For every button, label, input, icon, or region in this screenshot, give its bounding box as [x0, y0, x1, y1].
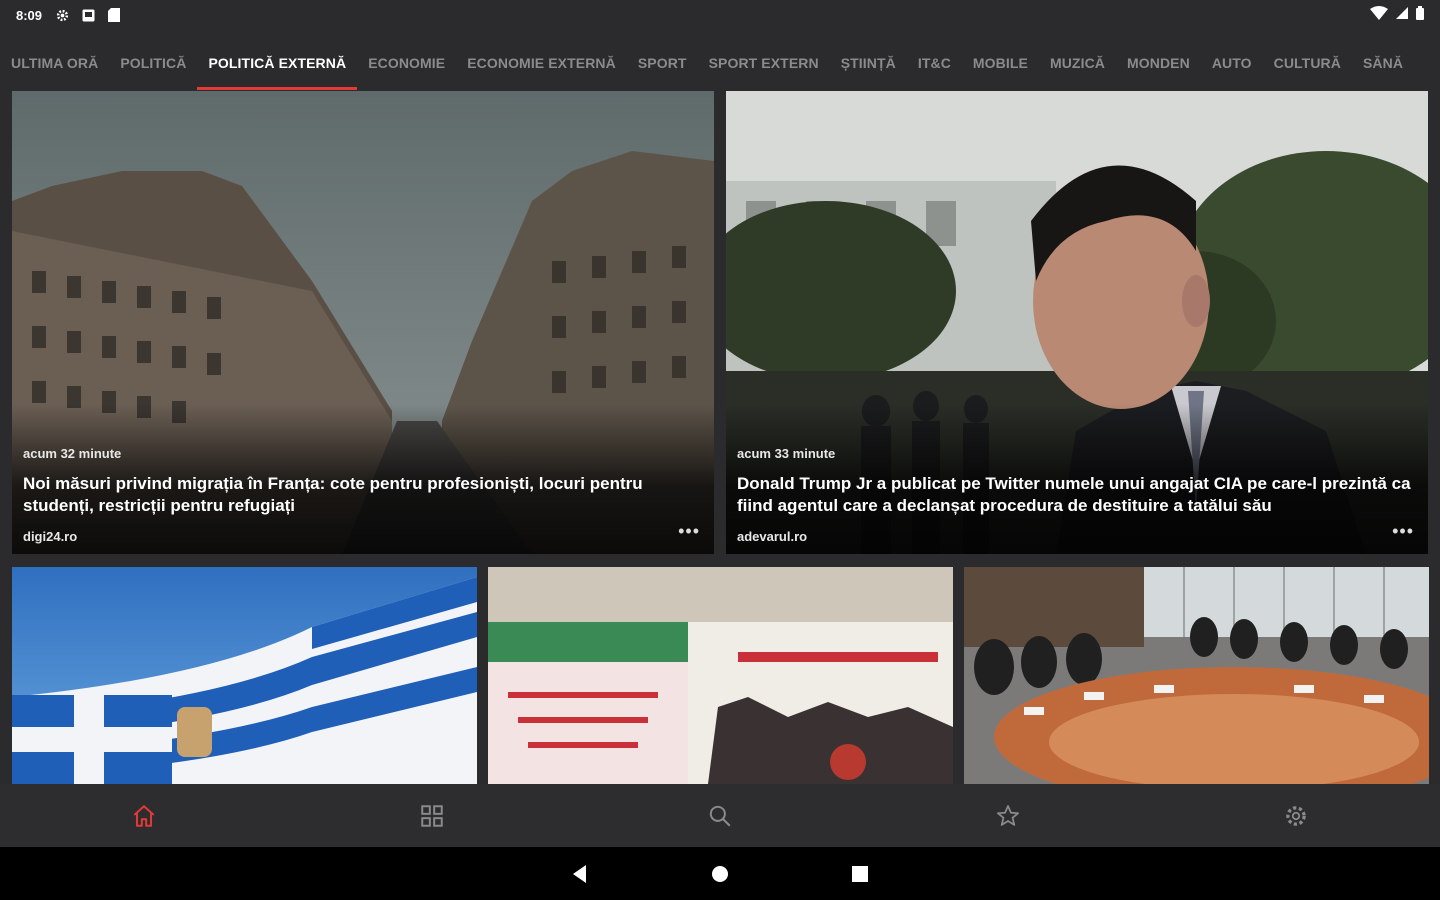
system-navigation-bar [0, 847, 1440, 900]
more-options-icon[interactable]: ••• [678, 521, 700, 542]
article-image [964, 567, 1429, 784]
article-meta: acum 32 minute Noi măsuri privind migraț… [23, 446, 700, 544]
nav-settings[interactable] [1152, 784, 1440, 847]
tab-cultura[interactable]: CULTURĂ [1263, 36, 1352, 90]
article-title[interactable]: Noi măsuri privind migrația în Franța: c… [23, 473, 700, 517]
battery-icon [1416, 5, 1424, 25]
article-card[interactable]: acum 33 minute Donald Trump Jr a publica… [726, 91, 1428, 554]
article-time: acum 32 minute [23, 446, 122, 461]
home-button-icon[interactable] [710, 864, 730, 884]
nav-home[interactable] [0, 784, 288, 847]
sd-card-icon [106, 7, 122, 23]
article-source: adevarul.ro [737, 529, 808, 544]
status-time: 8:09 [16, 7, 43, 23]
tab-muzica[interactable]: MUZICĂ [1039, 36, 1116, 90]
article-card[interactable] [488, 567, 953, 784]
tab-stiinta[interactable]: ȘTIINȚĂ [830, 36, 907, 90]
tab-ultima-ora[interactable]: ULTIMA ORĂ [0, 36, 109, 90]
nav-categories[interactable] [288, 784, 576, 847]
settings-icon [1286, 805, 1306, 826]
tab-sport-extern[interactable]: SPORT EXTERN [698, 36, 830, 90]
tab-economie[interactable]: ECONOMIE [357, 36, 456, 90]
tab-itc[interactable]: IT&C [907, 36, 962, 90]
bottom-navigation [0, 784, 1440, 847]
nav-favorites[interactable] [864, 784, 1152, 847]
status-bar: 8:09 [0, 0, 1440, 30]
notification-box-icon [80, 7, 96, 23]
category-tabs: ULTIMA ORĂ POLITICĂ POLITICĂ EXTERNĂ ECO… [0, 36, 1440, 90]
home-icon [133, 804, 155, 827]
back-icon[interactable] [570, 864, 590, 884]
signal-icon [1396, 6, 1408, 24]
article-card[interactable] [964, 567, 1429, 784]
wifi-icon [1370, 5, 1388, 25]
tab-mobile[interactable]: MOBILE [962, 36, 1039, 90]
article-card[interactable] [12, 567, 477, 784]
settings-gear-icon [54, 7, 70, 23]
search-icon [709, 805, 731, 826]
nav-search[interactable] [576, 784, 864, 847]
grid-icon [421, 804, 443, 827]
tab-auto[interactable]: AUTO [1201, 36, 1263, 90]
article-title[interactable]: Donald Trump Jr a publicat pe Twitter nu… [737, 473, 1414, 517]
tab-politica[interactable]: POLITICĂ [109, 36, 197, 90]
recents-icon[interactable] [850, 864, 870, 884]
star-icon [997, 804, 1019, 826]
article-time: acum 33 minute [737, 446, 836, 461]
article-meta: acum 33 minute Donald Trump Jr a publica… [737, 446, 1414, 544]
tab-sport[interactable]: SPORT [627, 36, 698, 90]
tab-politica-externa[interactable]: POLITICĂ EXTERNĂ [197, 36, 357, 90]
more-options-icon[interactable]: ••• [1392, 521, 1414, 542]
article-image [12, 567, 477, 784]
article-source: digi24.ro [23, 529, 78, 544]
tab-sanatate[interactable]: SĂNĂ [1352, 36, 1414, 90]
tab-monden[interactable]: MONDEN [1116, 36, 1201, 90]
article-image [488, 567, 953, 784]
tab-economie-externa[interactable]: ECONOMIE EXTERNĂ [456, 36, 627, 90]
article-card[interactable]: acum 32 minute Noi măsuri privind migraț… [12, 91, 714, 554]
